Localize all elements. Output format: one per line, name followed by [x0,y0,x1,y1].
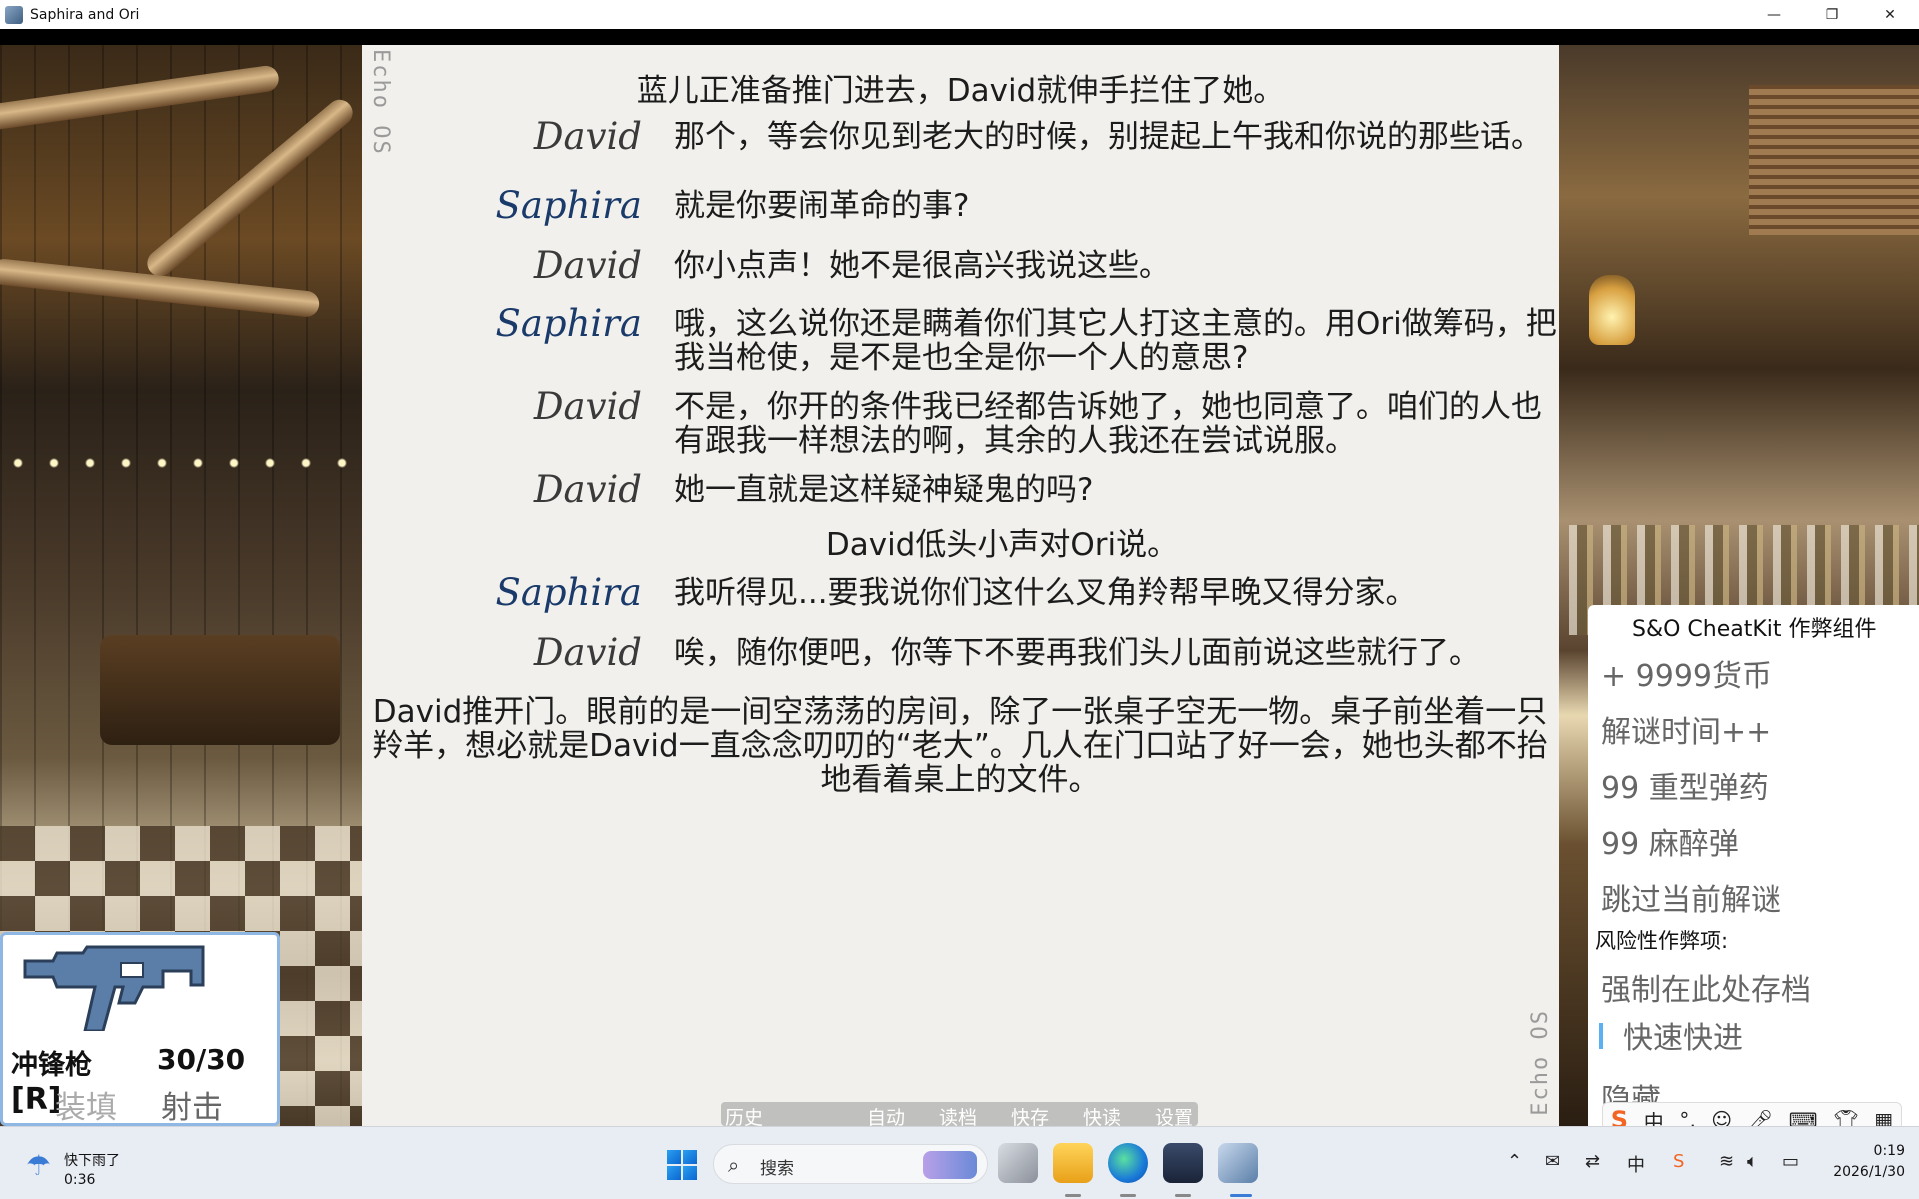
network-switch-icon[interactable]: ⇄ [1585,1151,1600,1172]
history-button[interactable]: 历史 [725,1103,763,1126]
weapon-name: 冲锋枪 [11,1050,92,1081]
dialogue-text: 不是，你开的条件我已经都告诉她了，她也同意了。咱们的人也有跟我一样想法的啊，其余… [674,389,1542,459]
minimize-button[interactable]: — [1745,0,1803,29]
quickload-button[interactable]: 快读 [1083,1103,1121,1126]
load-button[interactable]: 读档 [939,1103,977,1126]
dialogue-text: 我听得见...要我说你们这什么叉角羚帮早晚又得分家。 [674,575,1417,611]
dialogue-panel[interactable]: Echo OS Echo OS 蓝儿正准备推门进去，David就伸手拦住了她。 … [362,45,1559,1126]
fire-label[interactable]: 射击 [161,1082,223,1127]
window-controls: — ❐ ✕ [1745,0,1919,29]
running-indicator [1175,1194,1191,1197]
weather-time: 0:36 [64,1172,96,1188]
risk-section-label: 风险性作弊项: [1595,929,1729,953]
auto-button[interactable]: 自动 [867,1103,905,1126]
cheat-panel-title: S&O CheatKit 作弊组件 [1632,617,1877,642]
battery-icon[interactable]: ▭ [1782,1151,1799,1172]
wifi-icon[interactable]: ≋ [1719,1151,1734,1172]
narration-line: David推开门。眼前的是一间空荡荡的房间，除了一张桌子空无一物。桌子前坐着一只… [372,694,1548,798]
title-bar: Saphira and Ori — ❐ ✕ [0,0,1919,29]
cheat-force-save[interactable]: 强制在此处存档 [1601,965,1811,1009]
file-explorer-icon[interactable] [1053,1143,1093,1183]
mail-icon[interactable]: ✉ [1545,1151,1560,1172]
ammo-count: 30/30 [157,1043,246,1076]
running-indicator [1065,1194,1081,1197]
quicksave-button[interactable]: 快存 [1011,1103,1049,1126]
dialogue-text: 唉，随你便吧，你等下不要再我们头儿面前说这些就行了。 [674,635,1480,671]
speaker-name: David [533,244,642,287]
close-button[interactable]: ✕ [1861,0,1919,29]
narration-line: 蓝儿正准备推门进去，David就伸手拦住了她。 [636,73,1285,109]
cheat-puzzle-time[interactable]: 解谜时间++ [1601,707,1771,751]
speaker-name: David [533,468,642,511]
dialogue-text: 她一直就是这样疑神疑鬼的吗? [674,472,1094,508]
volume-icon[interactable]: 🔈︎ [1747,1151,1758,1172]
cheat-tranq-ammo[interactable]: 99 麻醉弹 [1601,819,1739,863]
cheat-kit-panel: S&O CheatKit 作弊组件 + 9999货币 解谜时间++ 99 重型弹… [1588,605,1919,1126]
edge-browser-icon[interactable] [1108,1143,1148,1183]
reload-key: [R] [11,1082,62,1117]
settings-button[interactable]: 设置 [1155,1103,1193,1126]
running-indicator [1120,1194,1136,1197]
dialogue-text: 你小点声！她不是很高兴我说这些。 [674,248,1170,284]
start-button[interactable] [667,1150,697,1180]
focus-indicator [1599,1023,1603,1049]
speaker-name: Saphira [495,302,642,345]
restore-button[interactable]: ❐ [1803,0,1861,29]
search-highlight-art [923,1151,977,1179]
string-lights [0,457,362,469]
app-icon [5,5,23,24]
weapon-hud: 冲锋枪 30/30 [R] 装填 射击 [0,932,280,1126]
speaker-name: Saphira [495,571,642,614]
chevron-up-icon[interactable]: ⌃ [1507,1151,1522,1172]
pendant-lamp [1589,275,1635,345]
rope-duct [1749,85,1919,235]
narration-line: David低头小声对Ori说。 [825,527,1179,563]
game-app-icon[interactable] [1218,1143,1258,1183]
cheat-add-currency[interactable]: + 9999货币 [1601,651,1772,695]
rain-umbrella-icon[interactable]: ☂ [26,1149,51,1182]
quick-menu: 历史 自动 读档 快存 快读 设置 [721,1102,1198,1126]
cheat-skip-puzzle[interactable]: 跳过当前解谜 [1601,875,1781,919]
reload-label[interactable]: 装填 [55,1082,117,1127]
sogou-tray-icon[interactable]: S [1673,1151,1684,1172]
pipe-decoration [142,94,358,282]
clock-date: 2026/1/30 [1833,1164,1905,1180]
taskbar: ☂ 快下雨了 0:36 ⌕ 搜索 ⌃ ✉ ⇄ 中 S ≋ 🔈︎ ▭ 0:19 2… [0,1126,1919,1199]
search-placeholder: 搜索 [760,1159,794,1179]
taskbar-search[interactable]: ⌕ 搜索 [713,1144,988,1184]
clock-time: 0:19 [1873,1143,1905,1159]
sofa [100,635,340,745]
weather-text[interactable]: 快下雨了 [64,1150,120,1170]
speaker-name: David [533,115,642,158]
pipe-decoration [0,64,281,132]
search-icon: ⌕ [728,1153,740,1177]
echo-os-label-right: Echo OS [1528,1009,1553,1116]
tray-ime-indicator[interactable]: 中 [1627,1151,1645,1177]
cheat-heavy-ammo[interactable]: 99 重型弹药 [1601,763,1769,807]
dialogue-text: 就是你要闹革命的事? [674,188,970,224]
speaker-name: David [533,385,642,428]
cheat-fast-forward[interactable]: 快速快进 [1623,1013,1743,1057]
system-clock[interactable]: 0:19 2026/1/30 [1825,1141,1905,1183]
submachine-gun-icon [23,945,205,1031]
dialogue-text: 哦，这么说你还是瞒着你们其它人打这主意的。用Ori做筹码，把我当枪使，是不是也全… [674,306,1557,376]
dialogue-text: 那个，等会你见到老大的时候，别提起上午我和你说的那些话。 [674,119,1542,155]
cat-app-icon[interactable] [1163,1143,1203,1183]
active-indicator [1230,1194,1252,1197]
window-title: Saphira and Ori [30,6,140,23]
speaker-name: Saphira [495,184,642,227]
task-view-icon[interactable] [998,1143,1038,1183]
speaker-name: David [533,631,642,674]
